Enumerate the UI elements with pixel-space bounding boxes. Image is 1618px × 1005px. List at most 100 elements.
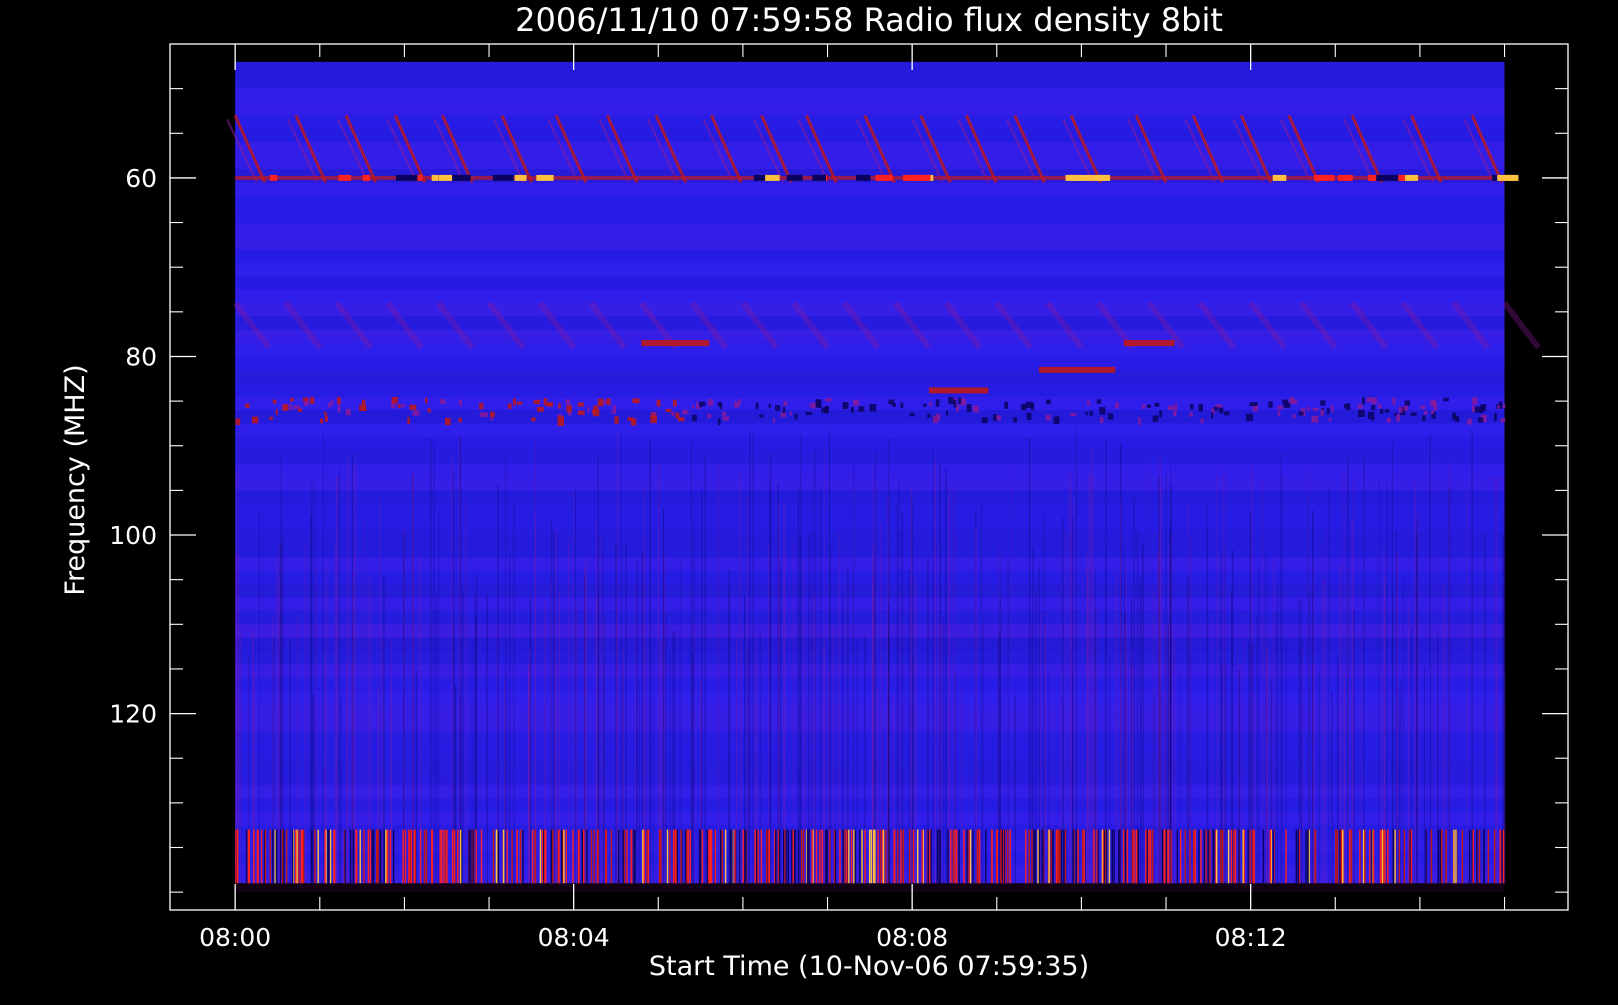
broadband-streak xyxy=(1478,829,1481,884)
band-86-cell xyxy=(611,410,617,414)
band-86-cell xyxy=(1070,412,1077,416)
broadband-streak xyxy=(930,829,932,884)
band-86-cell xyxy=(682,409,689,415)
intensity-band xyxy=(235,530,1505,544)
broadband-streak xyxy=(1167,829,1169,884)
vertical-streak xyxy=(653,644,655,884)
broadband-streak xyxy=(1133,829,1135,884)
broadband-streak xyxy=(846,829,848,884)
chart-svg: 60 80 100 120 08:00 08:04 08:08 08:12 2006/11/1… xyxy=(60,1,1569,982)
broadband-streak xyxy=(909,829,911,884)
vertical-streak xyxy=(961,684,963,884)
band-86-cell xyxy=(337,405,341,413)
band-86-cell xyxy=(439,399,446,405)
intensity-band xyxy=(235,128,1505,143)
band-86-cell xyxy=(543,397,548,406)
band-86-cell xyxy=(656,399,661,407)
broadband-streak xyxy=(757,829,759,884)
red-segment xyxy=(1123,340,1175,347)
broadband-streak xyxy=(497,829,500,884)
vertical-streak xyxy=(1466,492,1468,884)
broadband-streak xyxy=(1149,829,1152,884)
broadband-streak xyxy=(647,829,650,884)
broadband-streak xyxy=(344,829,346,884)
vertical-streak xyxy=(1414,483,1416,884)
broadband-streak xyxy=(1048,829,1050,884)
vertical-streak xyxy=(880,524,883,884)
vertical-streak xyxy=(911,487,913,884)
broadband-streak xyxy=(1247,829,1249,884)
broadband-streak xyxy=(563,829,565,884)
broadband-streak xyxy=(256,829,259,884)
vertical-streak xyxy=(1069,469,1071,884)
vertical-streak xyxy=(1266,656,1268,884)
vertical-streak xyxy=(1062,517,1064,884)
band-86-cell xyxy=(427,408,431,413)
band-86-cell xyxy=(397,404,401,408)
broadband-streak xyxy=(327,829,330,884)
vertical-streak xyxy=(1328,486,1330,884)
vertical-streak xyxy=(1010,465,1013,884)
broadband-streak xyxy=(248,829,250,884)
broadband-streak xyxy=(475,829,477,884)
broadband-streak xyxy=(864,829,866,884)
band-86-cell xyxy=(1146,404,1152,408)
band-86-cell xyxy=(892,402,896,407)
band-86-cell xyxy=(331,399,334,405)
band-86-cell xyxy=(251,416,259,424)
vertical-streak xyxy=(555,662,557,884)
broadband-streak xyxy=(684,829,687,884)
intensity-band xyxy=(235,436,1505,451)
broadband-streak xyxy=(859,829,861,884)
band-86-cell xyxy=(815,399,822,407)
broadband-streak xyxy=(947,829,949,884)
broadband-streak xyxy=(787,829,789,884)
vertical-streak xyxy=(1142,544,1144,884)
intensity-band xyxy=(235,235,1505,250)
broadband-streak xyxy=(1075,829,1077,884)
broadband-streak xyxy=(807,829,809,884)
broadband-streak xyxy=(689,829,691,884)
broadband-streak xyxy=(495,829,498,884)
broadband-streak xyxy=(311,829,313,884)
band-86-cell xyxy=(1249,402,1256,407)
band-86-cell xyxy=(759,414,764,418)
vertical-streak xyxy=(1161,483,1163,884)
broadband-streak xyxy=(821,829,823,884)
broadband-streak xyxy=(622,829,624,884)
vertical-streak xyxy=(982,620,984,884)
band-86-cell xyxy=(1500,418,1506,423)
broadband-streak xyxy=(1041,829,1043,884)
y-tick-label: 120 xyxy=(109,700,157,729)
broadband-streak xyxy=(506,829,508,884)
broadband-streak xyxy=(938,829,940,884)
vertical-streak xyxy=(1258,564,1260,884)
band-86-cell xyxy=(809,403,812,409)
band-86-cell xyxy=(290,397,294,402)
broadband-streak xyxy=(1476,829,1478,884)
band-86-cell xyxy=(412,410,420,416)
vertical-streak xyxy=(1386,482,1388,884)
broadband-streak xyxy=(839,829,841,884)
line-60mhz-segment xyxy=(1069,174,1085,181)
vertical-streak xyxy=(853,465,855,884)
vertical-streak xyxy=(998,633,1000,884)
vertical-streak xyxy=(1225,666,1227,884)
broadband-streak xyxy=(377,829,379,884)
line-60mhz-segment xyxy=(1314,174,1335,181)
broadband-streak xyxy=(1439,829,1441,884)
vertical-streak xyxy=(1044,623,1046,884)
broadband-streak xyxy=(1297,829,1299,884)
broadband-streak xyxy=(978,829,981,884)
broadband-streak xyxy=(698,829,701,884)
vertical-streak xyxy=(1471,429,1473,884)
broadband-streak xyxy=(802,829,805,884)
broadband-streak xyxy=(877,829,879,884)
vertical-streak xyxy=(1495,476,1497,884)
broadband-streak xyxy=(643,829,645,884)
vertical-streak xyxy=(280,457,282,884)
band-86-cell xyxy=(597,398,604,407)
broadband-streak xyxy=(371,829,373,884)
broadband-streak xyxy=(991,829,993,884)
vertical-streak xyxy=(901,511,903,884)
